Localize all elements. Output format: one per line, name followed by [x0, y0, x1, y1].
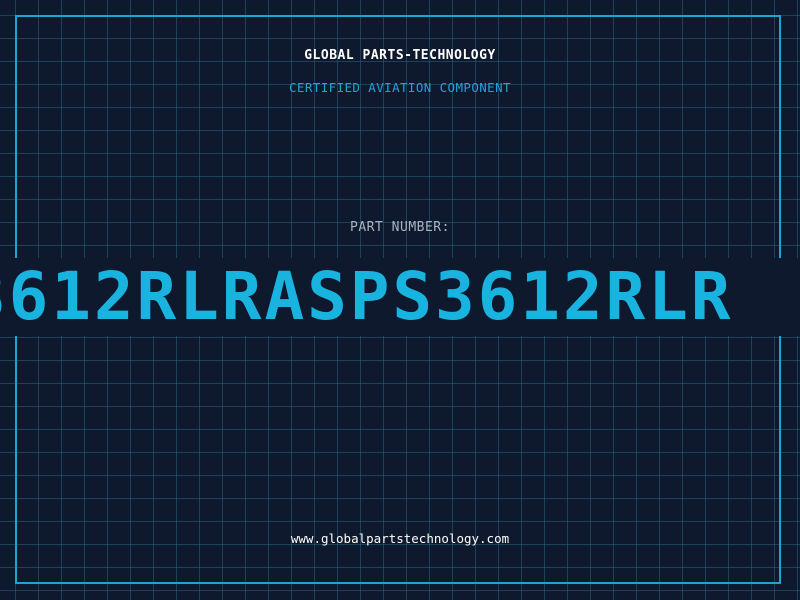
part-number-value: 3612RLRASPS3612RLR — [0, 258, 734, 335]
company-name: GLOBAL PARTS-TECHNOLOGY — [304, 48, 496, 63]
part-number-band: 3612RLRASPS3612RLR — [0, 258, 800, 336]
part-number-label: PART NUMBER: — [350, 220, 450, 235]
certification-subtitle: CERTIFIED AVIATION COMPONENT — [289, 80, 511, 95]
website-link[interactable]: www.globalpartstechnology.com — [0, 531, 800, 546]
